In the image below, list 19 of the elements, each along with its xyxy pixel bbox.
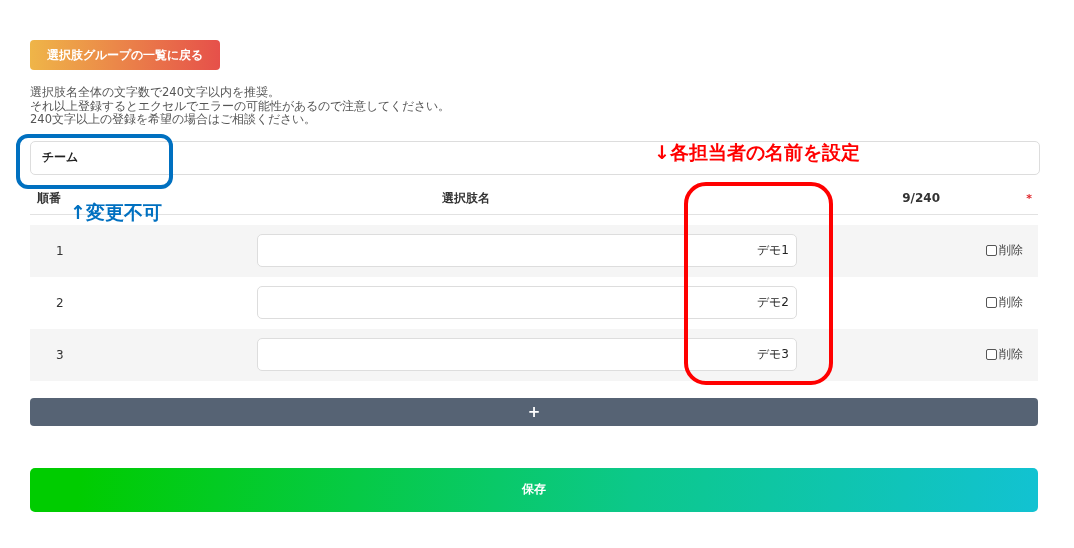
- delete-checkbox[interactable]: 削除: [986, 346, 1023, 363]
- help-text: 240文字以上の登録を希望の場合はご相談ください。: [30, 113, 317, 127]
- add-button[interactable]: +: [30, 397, 1038, 426]
- delete-checkbox[interactable]: 削除: [986, 294, 1023, 311]
- required-mark: *: [1025, 191, 1033, 205]
- help-text: 選択肢名全体の文字数で240文字以内を推奨。: [30, 86, 281, 100]
- option-name-field[interactable]: デモ1: [257, 234, 797, 267]
- column-header: 選択肢名: [441, 189, 491, 207]
- column-header: 順番: [36, 189, 62, 207]
- order-number: 1: [55, 243, 65, 258]
- delete-checkbox[interactable]: 削除: [986, 242, 1023, 259]
- order-number: 3: [55, 347, 65, 362]
- option-name-field[interactable]: デモ2: [257, 286, 797, 319]
- annotation-text: ↓各担当者の名前を設定: [654, 140, 860, 165]
- column-header: 9/240: [901, 191, 940, 205]
- order-number: 2: [55, 295, 65, 310]
- annotation-text: ↑変更不可: [70, 200, 162, 225]
- option-name-field[interactable]: デモ3: [257, 338, 797, 371]
- help-text: それ以上登録するとエクセルでエラーの可能性があるので注意してください。: [30, 99, 451, 113]
